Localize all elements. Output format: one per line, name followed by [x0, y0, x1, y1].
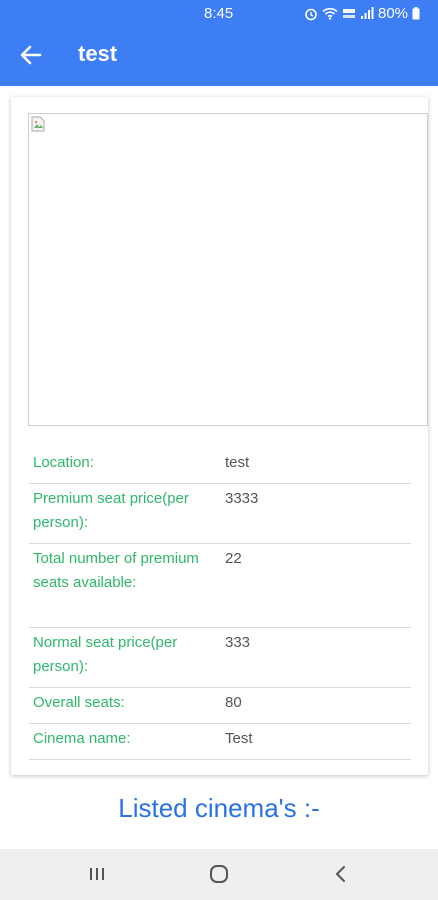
page-title: test — [78, 41, 118, 66]
detail-row-location: Location: test — [29, 448, 411, 484]
status-icons: 80% — [304, 5, 420, 22]
detail-row-premium-price: Premium seat price(per person): 3333 — [29, 484, 411, 544]
detail-label: Normal seat price(per person): — [33, 634, 178, 675]
detail-row-premium-seats: Total number of premium seats available:… — [29, 544, 411, 628]
chevron-left-icon — [335, 866, 345, 882]
app-bar: 8:45 80% test — [0, 0, 438, 86]
detail-value: 333 — [225, 634, 251, 651]
recents-button[interactable] — [82, 861, 112, 887]
cinema-image — [28, 113, 428, 426]
detail-value: Test — [225, 730, 253, 747]
detail-value: 3333 — [225, 490, 259, 507]
home-icon — [210, 865, 228, 883]
signal-icon — [361, 7, 374, 19]
detail-label: Location: — [33, 454, 94, 471]
detail-value: test — [225, 454, 250, 471]
detail-label: Total number of premium seats available: — [33, 550, 199, 591]
detail-value: 22 — [225, 550, 242, 567]
battery-icon — [412, 7, 420, 20]
wifi-icon — [322, 7, 338, 20]
detail-row-cinema-name: Cinema name: Test — [29, 724, 411, 760]
detail-label: Premium seat price(per person): — [33, 490, 189, 531]
detail-label: Cinema name: — [33, 730, 131, 747]
back-nav-button[interactable] — [326, 861, 356, 887]
arrow-left-icon — [20, 45, 42, 65]
system-nav-bar — [0, 849, 438, 900]
status-bar: 8:45 80% — [0, 0, 438, 28]
details-table: Location: test Premium seat price(per pe… — [29, 448, 411, 760]
alarm-icon — [305, 8, 317, 20]
battery-percent: 80% — [378, 5, 409, 22]
detail-row-overall-seats: Overall seats: 80 — [29, 688, 411, 724]
broken-image-icon — [31, 116, 45, 132]
recents-icon — [90, 868, 104, 880]
status-time: 8:45 — [204, 5, 234, 22]
listed-cinemas-heading: Listed cinema's :- — [118, 793, 320, 823]
detail-row-normal-price: Normal seat price(per person): 333 — [29, 628, 411, 688]
home-button[interactable] — [204, 861, 234, 887]
detail-value: 80 — [225, 694, 242, 711]
volte-icon — [343, 9, 355, 18]
back-button[interactable] — [16, 40, 46, 70]
cinema-card: Location: test Premium seat price(per pe… — [11, 97, 428, 775]
detail-label: Overall seats: — [33, 694, 125, 711]
